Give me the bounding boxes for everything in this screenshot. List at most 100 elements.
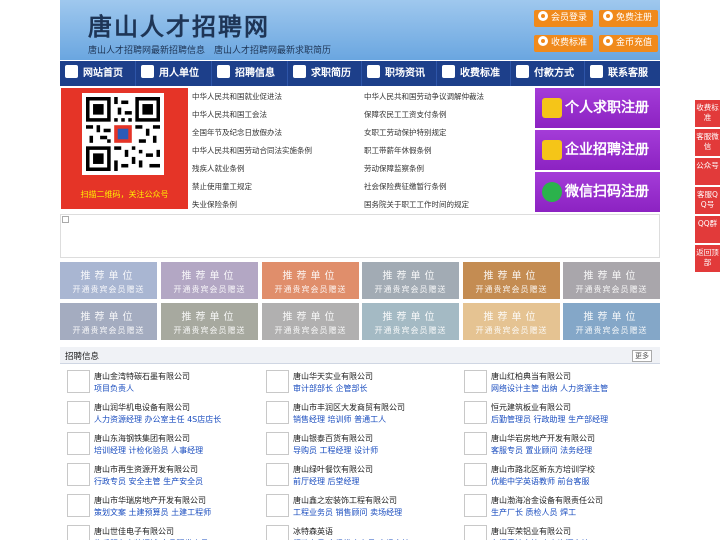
company-name[interactable]: 唐山世佳电子有限公司 bbox=[94, 526, 174, 537]
jobs-more-link[interactable]: 更多 bbox=[632, 350, 652, 362]
nav-employers[interactable]: 用人单位 bbox=[136, 61, 212, 86]
company-name[interactable]: 唐山市丰润区大发商贸有限公司 bbox=[293, 402, 405, 413]
law-link[interactable]: 中华人民共和国就业促进法 bbox=[192, 91, 282, 102]
company-name[interactable]: 唐山银泰百货有限公司 bbox=[293, 433, 373, 444]
law-link[interactable]: 劳动保障监察条例 bbox=[364, 163, 424, 174]
company-logo[interactable] bbox=[67, 370, 90, 393]
law-link[interactable]: 中华人民共和国劳动合同法实施条例 bbox=[192, 145, 312, 156]
company-name[interactable]: 唐山华天实业有限公司 bbox=[293, 371, 373, 382]
recharge-button[interactable]: 金币充值 bbox=[599, 35, 659, 52]
recommend-slot[interactable]: 推荐单位 开通贵宾会员赠送 bbox=[463, 262, 560, 299]
company-name[interactable]: 唐山鑫之宏装饰工程有限公司 bbox=[293, 495, 397, 506]
job-positions[interactable]: 策划文案 土建预算员 土建工程师 bbox=[94, 507, 211, 518]
wechat-register-button[interactable]: 微信扫码注册 bbox=[535, 172, 660, 212]
company-logo[interactable] bbox=[464, 463, 487, 486]
company-logo[interactable] bbox=[266, 494, 289, 517]
nav-resumes[interactable]: 求职简历 bbox=[288, 61, 362, 86]
job-positions[interactable]: 网络设计主管 出纳 人力资源主管 bbox=[491, 383, 608, 394]
company-logo[interactable] bbox=[67, 432, 90, 455]
company-name[interactable]: 唐山华岩房地产开发有限公司 bbox=[491, 433, 595, 444]
company-logo[interactable] bbox=[464, 401, 487, 424]
job-positions[interactable]: 审计部部长 企管部长 bbox=[293, 383, 368, 394]
recommend-slot[interactable]: 推荐单位 开通贵宾会员赠送 bbox=[362, 303, 459, 340]
law-link[interactable]: 中华人民共和国工会法 bbox=[192, 109, 267, 120]
jobseeker-register-button[interactable]: 个人求职注册 bbox=[535, 88, 660, 128]
company-logo[interactable] bbox=[266, 401, 289, 424]
job-positions[interactable]: 前厅经理 后堂经理 bbox=[293, 476, 360, 487]
company-logo[interactable] bbox=[67, 494, 90, 517]
company-name[interactable]: 唐山东海钢铁集团有限公司 bbox=[94, 433, 190, 444]
job-listing[interactable]: 唐山金湾特碳石墨有限公司 项目负责人 bbox=[62, 367, 252, 395]
nav-news[interactable]: 职场资讯 bbox=[362, 61, 437, 86]
job-positions[interactable]: 人力资源经理 办公室主任 4S店店长 bbox=[94, 414, 221, 425]
company-name[interactable]: 唐山红柏典当有限公司 bbox=[491, 371, 571, 382]
recommend-slot[interactable]: 推荐单位 开通贵宾会员赠送 bbox=[262, 303, 359, 340]
company-name[interactable]: 唐山润华机电设备有限公司 bbox=[94, 402, 190, 413]
job-listing[interactable]: 恒元建筑板业有限公司 后勤管理员 行政助理 生产部经理 bbox=[459, 398, 649, 426]
recommend-slot[interactable]: 推荐单位 开通贵宾会员赠送 bbox=[362, 262, 459, 299]
job-listing[interactable]: 唐山渤海冶金设备有限责任公司 生产厂长 质检人员 焊工 bbox=[459, 491, 649, 519]
job-listing[interactable]: 唐山军荣铝业有限公司车间质检主管 人力资源主管 bbox=[459, 522, 649, 540]
job-positions[interactable]: 销售经理 培训师 普通工人 bbox=[293, 414, 386, 425]
job-listing[interactable]: 唐山市路北区新东方培训学校 优能中学英语教师 前台客服 bbox=[459, 460, 649, 488]
job-listing[interactable]: 唐山华天实业有限公司 审计部部长 企管部长 bbox=[261, 367, 451, 395]
company-name[interactable]: 唐山市再生资源开发有限公司 bbox=[94, 464, 198, 475]
company-logo[interactable] bbox=[464, 494, 487, 517]
job-listing[interactable]: 唐山市华瑞房地产开发有限公司 策划文案 土建预算员 土建工程师 bbox=[62, 491, 252, 519]
law-link[interactable]: 禁止使用童工规定 bbox=[192, 181, 252, 192]
job-positions[interactable]: 优能中学英语教师 前台客服 bbox=[491, 476, 590, 487]
nav-jobs[interactable]: 招聘信息 bbox=[212, 61, 288, 86]
recommend-slot[interactable]: 推荐单位 开通贵宾会员赠送 bbox=[262, 262, 359, 299]
float-service-qq[interactable]: 客服QQ号 bbox=[695, 187, 720, 214]
pricing-button[interactable]: 收费标准 bbox=[534, 35, 594, 52]
employer-register-button[interactable]: 企业招聘注册 bbox=[535, 130, 660, 170]
recommend-slot[interactable]: 推荐单位 开通贵宾会员赠送 bbox=[161, 262, 258, 299]
job-positions[interactable]: 工程业务员 销售顾问 卖场经理 bbox=[293, 507, 402, 518]
float-service-wechat[interactable]: 客服微信 bbox=[695, 129, 720, 156]
law-link[interactable]: 女职工劳动保护特别规定 bbox=[364, 127, 447, 138]
company-logo[interactable] bbox=[266, 370, 289, 393]
job-listing[interactable]: 唐山红柏典当有限公司 网络设计主管 出纳 人力资源主管 bbox=[459, 367, 649, 395]
banner-ad[interactable] bbox=[60, 214, 660, 258]
job-listing[interactable]: 唐山银泰百货有限公司 导购员 工程经理 设计师 bbox=[261, 429, 451, 457]
job-listing[interactable]: 冰特森英语行政专员 市场推广专员 市场主管 bbox=[261, 522, 451, 540]
company-name[interactable]: 唐山渤海冶金设备有限责任公司 bbox=[491, 495, 603, 506]
float-pricing[interactable]: 收费标准 bbox=[695, 100, 720, 127]
job-listing[interactable]: 唐山绿叶餐饮有限公司 前厅经理 后堂经理 bbox=[261, 460, 451, 488]
job-positions[interactable]: 生产厂长 质检人员 焊工 bbox=[491, 507, 576, 518]
company-logo[interactable] bbox=[67, 463, 90, 486]
job-listing[interactable]: 唐山东海钢铁集团有限公司 培训经理 计检化验员 人事经理 bbox=[62, 429, 252, 457]
nav-contact[interactable]: 联系客服 bbox=[585, 61, 660, 86]
law-link[interactable]: 全国年节及纪念日放假办法 bbox=[192, 127, 282, 138]
law-link[interactable]: 中华人民共和国劳动争议调解仲裁法 bbox=[364, 91, 484, 102]
company-logo[interactable] bbox=[67, 401, 90, 424]
job-listing[interactable]: 唐山市再生资源开发有限公司 行政专员 安全主管 生产安全员 bbox=[62, 460, 252, 488]
company-logo[interactable] bbox=[464, 432, 487, 455]
nav-pricing[interactable]: 收费标准 bbox=[437, 61, 511, 86]
nav-home[interactable]: 网站首页 bbox=[60, 61, 136, 86]
company-logo[interactable] bbox=[464, 525, 487, 540]
company-logo[interactable] bbox=[266, 463, 289, 486]
float-qq-group[interactable]: QQ群 bbox=[695, 216, 720, 243]
register-button[interactable]: 免费注册 bbox=[599, 10, 659, 27]
recommend-slot[interactable]: 推荐单位 开通贵宾会员赠送 bbox=[161, 303, 258, 340]
law-link[interactable]: 失业保险条例 bbox=[192, 199, 237, 210]
company-name[interactable]: 唐山绿叶餐饮有限公司 bbox=[293, 464, 373, 475]
law-link[interactable]: 保障农民工工资支付条例 bbox=[364, 109, 447, 120]
job-listing[interactable]: 唐山世佳电子有限公司售后服务安装调试 产品研发人员 bbox=[62, 522, 252, 540]
law-link[interactable]: 职工带薪年休假条例 bbox=[364, 145, 432, 156]
job-listing[interactable]: 唐山润华机电设备有限公司 人力资源经理 办公室主任 4S店店长 bbox=[62, 398, 252, 426]
law-link[interactable]: 残疾人就业条例 bbox=[192, 163, 245, 174]
job-listing[interactable]: 唐山鑫之宏装饰工程有限公司 工程业务员 销售顾问 卖场经理 bbox=[261, 491, 451, 519]
recommend-slot[interactable]: 推荐单位 开通贵宾会员赠送 bbox=[463, 303, 560, 340]
recommend-slot[interactable]: 推荐单位 开通贵宾会员赠送 bbox=[563, 262, 660, 299]
company-logo[interactable] bbox=[464, 370, 487, 393]
job-positions[interactable]: 项目负责人 bbox=[94, 383, 134, 394]
company-logo[interactable] bbox=[266, 432, 289, 455]
job-positions[interactable]: 培训经理 计检化验员 人事经理 bbox=[94, 445, 203, 456]
login-button[interactable]: 会员登录 bbox=[534, 10, 594, 27]
company-name[interactable]: 唐山军荣铝业有限公司 bbox=[491, 526, 571, 537]
job-listing[interactable]: 唐山市丰润区大发商贸有限公司 销售经理 培训师 普通工人 bbox=[261, 398, 451, 426]
float-official-account[interactable]: 公众号 bbox=[695, 158, 720, 185]
job-positions[interactable]: 客服专员 置业顾问 法务经理 bbox=[491, 445, 592, 456]
